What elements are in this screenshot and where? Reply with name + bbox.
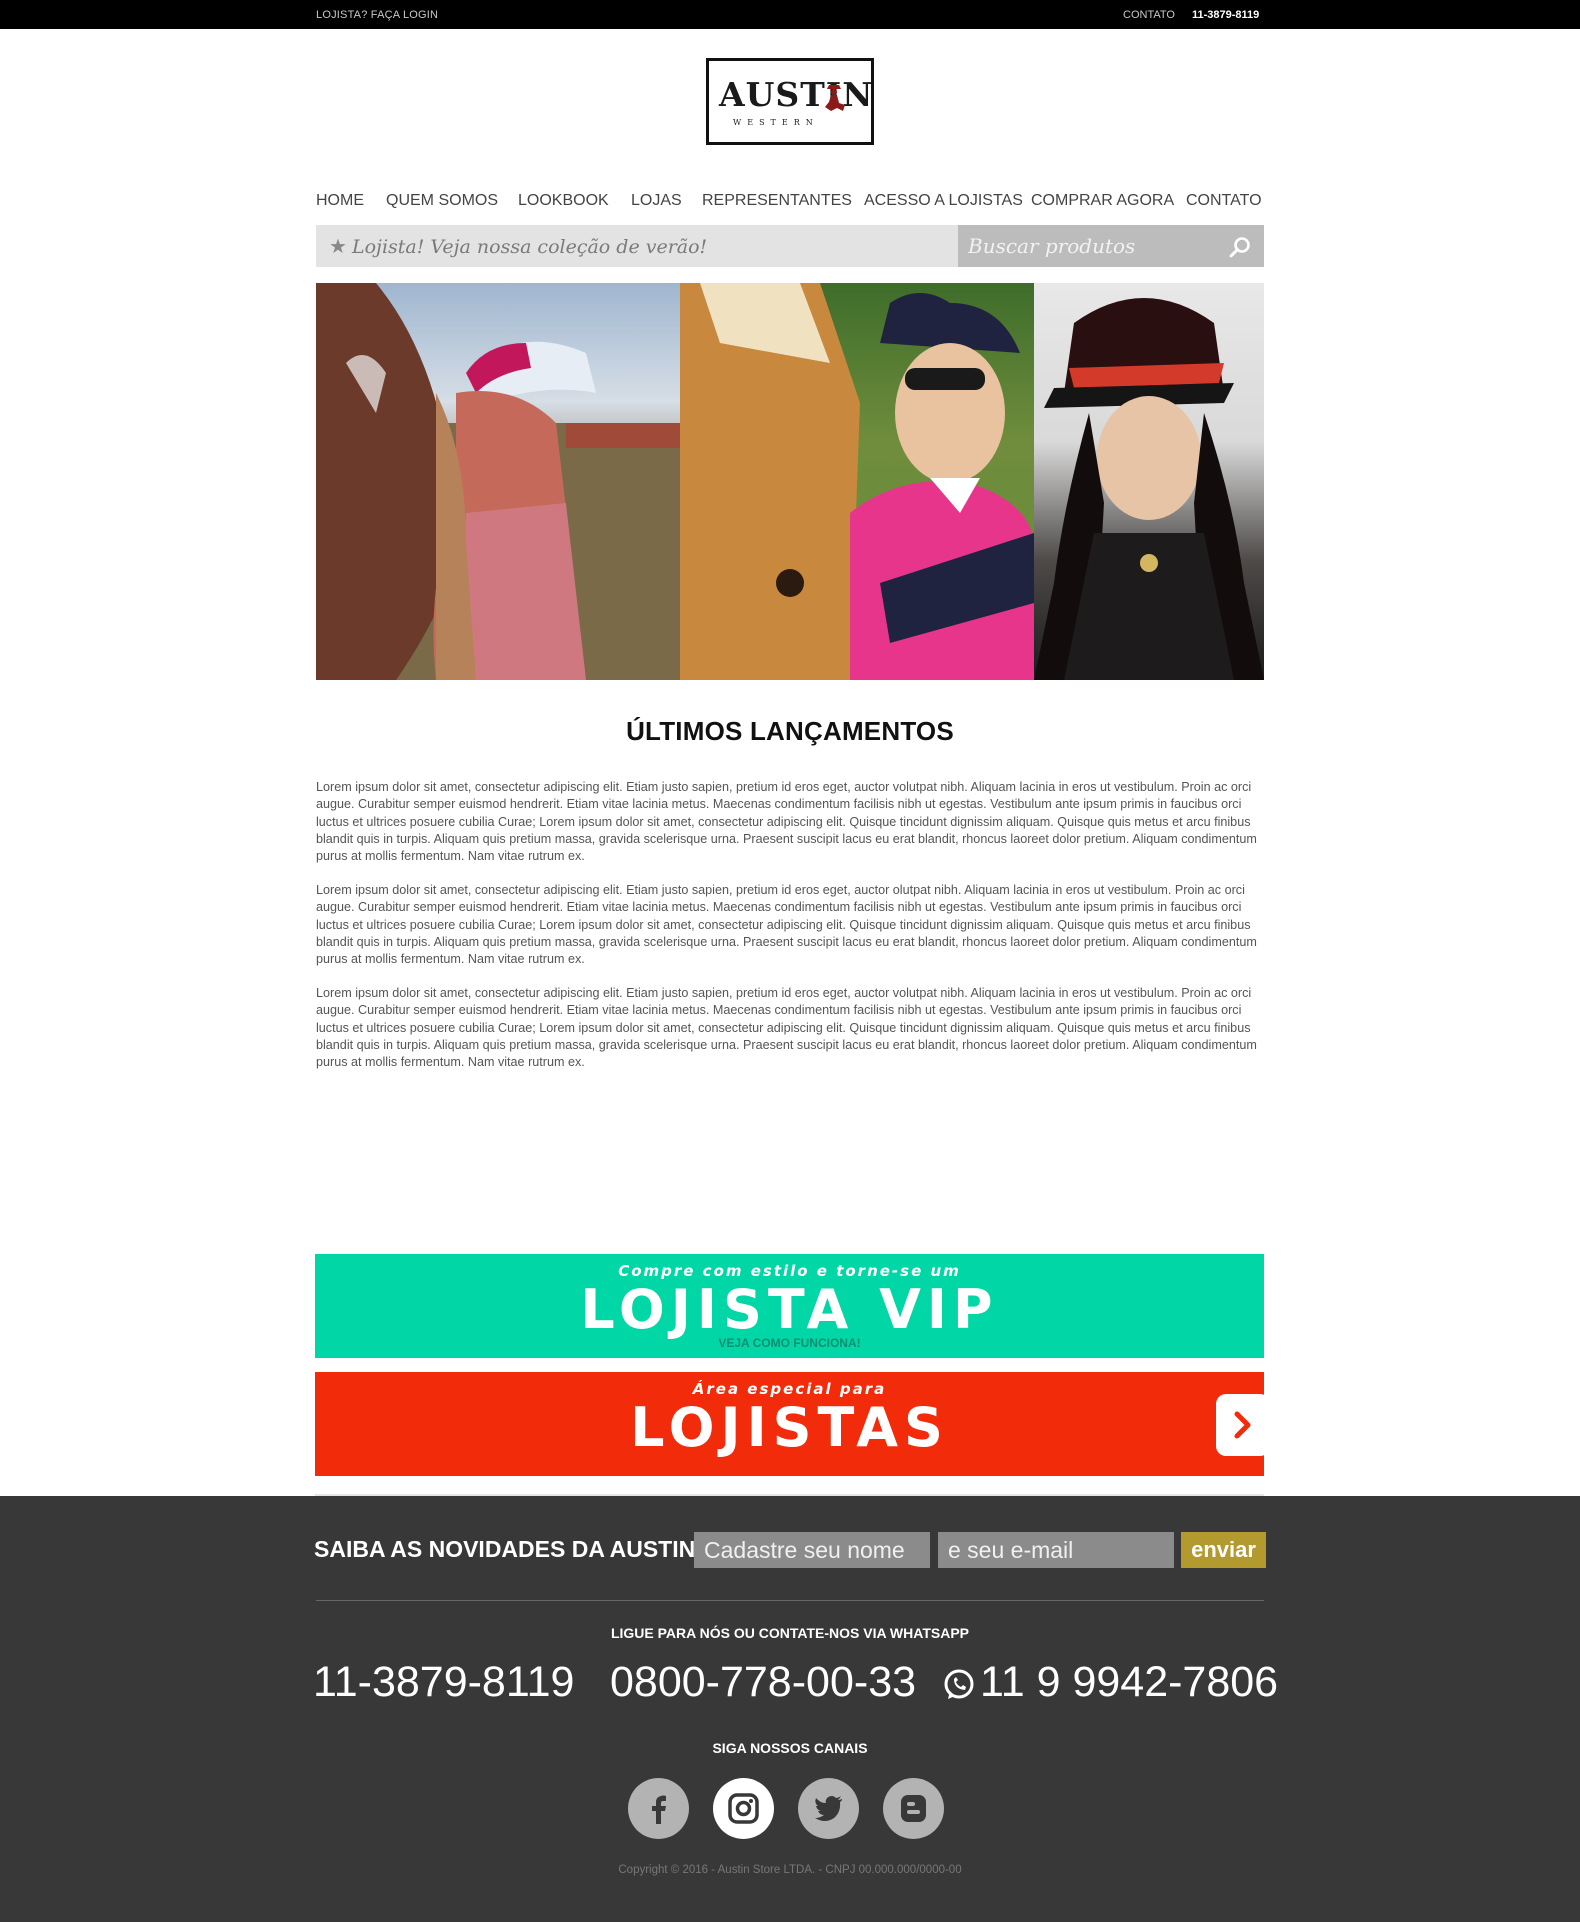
phone-1[interactable]: 11-3879-8119 [313, 1658, 574, 1707]
vip-cta[interactable]: VEJA COMO FUNCIONA! [315, 1336, 1264, 1350]
nav-contato[interactable]: CONTATO [1186, 192, 1262, 210]
body-paragraph-1: Lorem ipsum dolor sit amet, consectetur … [316, 780, 1257, 864]
contact-title: LIGUE PARA NÓS OU CONTATE-NOS VIA WHATSA… [610, 1625, 970, 1641]
lojistas-banner[interactable]: Área especial para LOJISTAS [315, 1372, 1264, 1476]
search-box [958, 225, 1264, 267]
hero-photo-horse-kiss [316, 283, 680, 680]
nav-comprar-agora[interactable]: COMPRAR AGORA [1031, 192, 1174, 210]
woman-cap-illustration [1034, 298, 1264, 680]
page-title: ÚLTIMOS LANÇAMENTOS [626, 716, 954, 746]
star-icon: ★ [329, 236, 347, 258]
nav-home[interactable]: HOME [316, 192, 364, 210]
main-nav: HOME QUEM SOMOS LOOKBOOK LOJAS REPRESENT… [316, 192, 1264, 216]
copyright: Copyright © 2016 - Austin Store LTDA. - … [618, 1864, 962, 1876]
top-bar: LOJISTA? FAÇA LOGIN CONTATO 11-3879-8119 [0, 0, 1580, 29]
phone-3[interactable]: 11 9 9942-7806 [980, 1658, 1278, 1707]
instagram-button[interactable] [713, 1778, 774, 1839]
facebook-button[interactable] [628, 1778, 689, 1839]
nav-lookbook[interactable]: LOOKBOOK [518, 192, 609, 210]
woman-horse-illustration [680, 283, 1034, 680]
promo-text: Lojista! Veja nossa coleção de verão! [352, 236, 708, 258]
austin-logo[interactable]: AUSTIN WESTERN [706, 58, 874, 145]
newsletter-email-input[interactable] [938, 1532, 1174, 1568]
twitter-icon [815, 1796, 842, 1821]
chevron-right-icon [1234, 1411, 1251, 1439]
whatsapp-icon [944, 1669, 974, 1699]
search-input[interactable] [958, 225, 1214, 267]
instagram-icon [728, 1793, 759, 1824]
lojistas-arrow-button[interactable] [1216, 1394, 1264, 1456]
body-paragraph-2: Lorem ipsum dolor sit amet, consectetur … [316, 883, 1257, 967]
body-paragraph-3: Lorem ipsum dolor sit amet, consectetur … [316, 986, 1257, 1070]
facebook-icon [652, 1795, 666, 1824]
phone-list: 11-3879-8119 0800-778-00-33 11 9 9942-78… [0, 1658, 1580, 1710]
login-link[interactable]: LOJISTA? FAÇA LOGIN [316, 9, 438, 21]
nav-quem-somos[interactable]: QUEM SOMOS [386, 192, 498, 210]
twitter-button[interactable] [798, 1778, 859, 1839]
search-icon[interactable] [1228, 235, 1252, 259]
lojista-vip-banner[interactable]: Compre com estilo e torne-se um LOJISTA … [315, 1254, 1264, 1358]
top-phone: 11-3879-8119 [1192, 9, 1260, 21]
lojistas-title: LOJISTAS [630, 1396, 949, 1459]
footer-divider [316, 1600, 1264, 1601]
contact-link[interactable]: CONTATO [1123, 9, 1175, 21]
logo-subtitle: WESTERN [733, 118, 819, 127]
nav-representantes[interactable]: REPRESENTANTES [702, 192, 852, 210]
blogger-icon [901, 1795, 926, 1822]
footer: SAIBA AS NOVIDADES DA AUSTIN: enviar LIG… [0, 1496, 1580, 1922]
newsletter-send-button[interactable]: enviar [1181, 1532, 1266, 1568]
phone-2[interactable]: 0800-778-00-33 [610, 1658, 916, 1707]
newsletter-name-input[interactable] [694, 1532, 930, 1568]
social-title: SIGA NOSSOS CANAIS [712, 1740, 868, 1756]
horse-kiss-illustration [316, 283, 680, 680]
nav-acesso-lojistas[interactable]: ACESSO A LOJISTAS [864, 192, 1023, 210]
blogger-button[interactable] [883, 1778, 944, 1839]
newsletter-label: SAIBA AS NOVIDADES DA AUSTIN: [314, 1536, 703, 1562]
vip-title: LOJISTA VIP [580, 1278, 999, 1341]
nav-lojas[interactable]: LOJAS [631, 192, 682, 210]
cowboy-rider-icon [825, 85, 845, 111]
hero-photo-woman-horse [680, 283, 1034, 680]
hero-photo-woman-cap [1034, 283, 1264, 680]
